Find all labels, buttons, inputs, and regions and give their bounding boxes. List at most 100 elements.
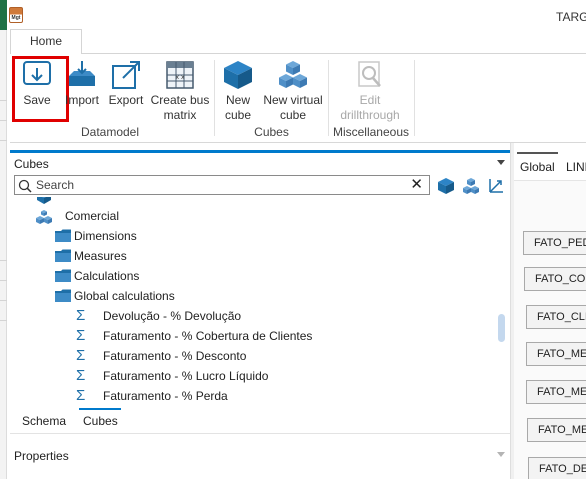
cube-search-box: ✕ (14, 175, 430, 195)
tree-item-label: Faturamento - % Lucro Líquido (103, 369, 269, 383)
tree-item-calculation[interactable]: Σ Faturamento - % Lucro Líquido (76, 366, 406, 386)
dimension-axes-icon[interactable] (487, 177, 505, 195)
save-highlight-box (12, 56, 69, 122)
group-separator (414, 60, 415, 136)
export-button[interactable]: Export (106, 60, 146, 108)
new-cube-label-1: New (225, 93, 250, 107)
tree-item-comercial[interactable]: Comercial (34, 206, 334, 226)
excel-header-strip (0, 0, 7, 30)
drillthrough-icon (358, 61, 381, 87)
folder-icon (55, 249, 71, 262)
virtual-cube-filter-icon[interactable] (462, 177, 480, 195)
new-cube-label-2: cube (224, 108, 252, 122)
cubes-panel-dropdown-icon[interactable] (497, 160, 505, 165)
tree-item-clipped[interactable] (34, 197, 334, 206)
svg-text:x x: x x (175, 74, 184, 81)
bus-matrix-icon: x x (166, 61, 194, 89)
tree-item-label: Faturamento - % Perda (103, 389, 228, 403)
grid-line (0, 100, 7, 101)
edit-drillthrough-label-2: drillthrough (340, 108, 400, 122)
import-button[interactable]: Import (62, 60, 102, 108)
app-logo-text: Mgt (11, 15, 21, 21)
new-virtual-cube-button[interactable]: New virtual cube (261, 60, 325, 123)
tree-item-calculation[interactable]: Σ Faturamento - % Desconto (76, 346, 406, 366)
cube-group-icon (36, 210, 52, 224)
properties-panel-title: Properties (14, 449, 69, 463)
properties-dropdown-icon[interactable] (497, 452, 505, 457)
import-label: Import (64, 93, 99, 107)
fact-table-box[interactable]: FATO_PED (523, 231, 586, 255)
fact-table-box[interactable]: FATO_ME (526, 380, 586, 404)
search-input[interactable] (36, 177, 406, 193)
group-label-miscellaneous: Miscellaneous (332, 125, 410, 139)
tree-scrollbar-thumb[interactable] (498, 314, 505, 342)
fact-table-box[interactable]: FATO_COM (524, 267, 586, 291)
sigma-icon: Σ (76, 367, 86, 384)
tree-item-label: Calculations (74, 269, 140, 283)
new-virtual-cube-label-1: New virtual (263, 93, 323, 107)
grid-line (0, 300, 7, 301)
tab-global[interactable]: Global (520, 160, 555, 174)
tree-item-measures[interactable]: Measures (54, 246, 354, 266)
cube-tree: Comercial Dimensions Measures Calculatio… (14, 197, 494, 407)
cube-icon (224, 61, 252, 89)
folder-icon (55, 269, 71, 282)
virtual-cube-icon (279, 61, 307, 88)
active-tab-indicator (79, 408, 121, 410)
cubes-panel-title: Cubes (14, 157, 49, 171)
tree-item-label: Measures (74, 249, 127, 263)
fact-table-box[interactable]: FATO_ME (526, 342, 586, 366)
group-separator (328, 60, 329, 136)
tree-item-calculation[interactable]: Σ Faturamento - % Perda (76, 386, 406, 406)
edit-drillthrough-button[interactable]: Edit drillthrough (331, 60, 409, 123)
fact-table-box[interactable]: FATO_DE (528, 457, 586, 479)
grid-line (0, 260, 7, 261)
tree-item-calculations[interactable]: Calculations (54, 266, 354, 286)
cube-group-icon (37, 197, 51, 204)
tree-item-label: Faturamento - % Desconto (103, 349, 247, 363)
tab-cubes[interactable]: Cubes (83, 414, 118, 428)
tab-schema[interactable]: Schema (22, 414, 66, 428)
tree-item-calculation[interactable]: Σ Faturamento - % Cobertura de Clientes (76, 326, 406, 346)
window-title: TARG (556, 10, 586, 24)
right-active-tab-indicator (517, 152, 558, 154)
edit-drillthrough-label-1: Edit (359, 93, 381, 107)
create-bus-matrix-button[interactable]: x x Create bus matrix (149, 60, 211, 123)
sigma-icon: Σ (76, 347, 86, 364)
search-icon (18, 179, 32, 193)
app-logo-icon: Mgt (9, 7, 23, 23)
group-label-datamodel: Datamodel (80, 125, 140, 139)
group-label-cubes: Cubes (254, 125, 289, 139)
tree-item-label: Faturamento - % Cobertura de Clientes (103, 329, 313, 343)
folder-icon (55, 229, 71, 242)
host-app-strip (0, 0, 7, 479)
tab-home[interactable]: Home (10, 29, 82, 54)
folder-icon (55, 289, 71, 302)
grid-line (0, 280, 7, 281)
tab-line[interactable]: LINE (566, 160, 586, 174)
tabs-divider (10, 433, 510, 434)
new-virtual-cube-label-2: cube (279, 108, 307, 122)
tree-item-label: Comercial (65, 209, 120, 223)
create-bus-matrix-label-1: Create bus (150, 93, 210, 107)
fact-table-box[interactable]: FATO_CLIE (526, 305, 586, 329)
new-cube-button[interactable]: New cube (220, 60, 256, 123)
sigma-icon: Σ (76, 327, 86, 344)
create-bus-matrix-label-2: matrix (163, 108, 197, 122)
tree-item-calculation[interactable]: Σ Devolução - % Devolução (76, 306, 406, 326)
tree-item-dimensions[interactable]: Dimensions (54, 226, 354, 246)
tree-item-label: Devolução - % Devolução (103, 309, 242, 323)
grid-line (0, 320, 7, 321)
sigma-icon: Σ (76, 387, 86, 404)
export-label: Export (108, 93, 144, 107)
cubes-panel-accent (10, 150, 510, 153)
tree-item-label: Global calculations (74, 289, 175, 303)
grid-line (0, 140, 7, 141)
fact-table-box[interactable]: FATO_ME (527, 418, 586, 442)
import-icon (69, 61, 95, 86)
tree-item-global-calculations[interactable]: Global calculations (54, 286, 354, 306)
export-icon (112, 61, 140, 89)
group-separator (214, 60, 215, 136)
cube-filter-icon[interactable] (437, 177, 455, 195)
clear-search-icon[interactable]: ✕ (410, 177, 423, 193)
